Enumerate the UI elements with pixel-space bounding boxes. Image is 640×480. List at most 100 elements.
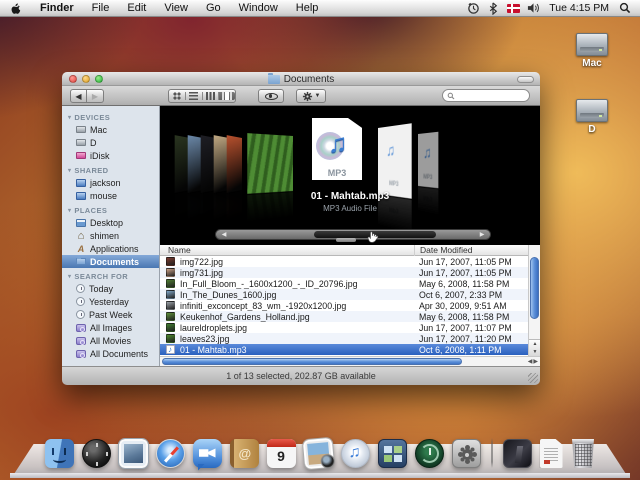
sidebar-item-mac[interactable]: Mac <box>62 123 159 136</box>
folder-proxy-icon[interactable] <box>267 72 280 84</box>
file-row[interactable]: leaves23.jpg Jun 17, 2007, 11:20 PM <box>160 333 528 344</box>
dock-document-icon[interactable] <box>539 439 563 468</box>
file-row[interactable]: img722.jpg Jun 17, 2007, 11:05 PM <box>160 256 528 267</box>
dock-address-book-icon[interactable] <box>229 439 259 468</box>
sidebar-item-today[interactable]: Today <box>62 282 159 295</box>
vertical-scroll-arrows[interactable]: ▲ ▼ <box>529 339 540 356</box>
scroll-right-arrow-icon[interactable]: ▶ <box>476 230 488 239</box>
sidebar-item-mouse[interactable]: mouse <box>62 189 159 202</box>
sidebar-item-past-week[interactable]: Past Week <box>62 308 159 321</box>
dock-ichat-icon[interactable] <box>192 439 222 468</box>
coverflow-cover[interactable] <box>226 135 242 193</box>
horizontal-scroll-arrows[interactable]: ◀▶ <box>528 358 539 365</box>
file-date-modified: May 6, 2008, 11:58 PM <box>419 311 510 322</box>
list-view-button[interactable] <box>186 92 203 100</box>
gear-icon <box>302 91 312 101</box>
sidebar-item-all-documents[interactable]: All Documents <box>62 347 159 360</box>
menu-go[interactable]: Go <box>197 2 230 14</box>
search-input[interactable] <box>455 90 519 101</box>
sidebar-item-shimen[interactable]: ⌂ shimen <box>62 229 159 242</box>
sidebar-item-all-movies[interactable]: All Movies <box>62 334 159 347</box>
menu-items: Finder File Edit View Go Window Help <box>31 2 327 14</box>
sidebar-item-all-images[interactable]: All Images <box>62 321 159 334</box>
horizontal-scrollbar-thumb[interactable] <box>162 358 462 365</box>
sidebar-item-documents[interactable]: Documents <box>62 255 159 268</box>
dock-iphoto-icon[interactable] <box>301 436 335 471</box>
disclosure-triangle-icon[interactable]: ▾ <box>68 167 71 174</box>
coverflow-cover-mp3[interactable] <box>418 131 439 189</box>
vertical-scrollbar[interactable]: ▲ ▼ <box>528 245 540 356</box>
clock-icon <box>76 297 85 306</box>
menu-window[interactable]: Window <box>230 2 287 14</box>
resize-grip[interactable] <box>528 373 538 383</box>
time-machine-menu-icon[interactable] <box>464 1 482 16</box>
column-header-date-modified[interactable]: Date Modified <box>414 245 472 256</box>
file-row[interactable]: infiniti_exconcept_83_wm_-1920x1200.jpg A… <box>160 300 528 311</box>
back-button[interactable]: ◀ <box>70 89 87 103</box>
coverflow-view-icon <box>222 92 233 100</box>
dock-stack-icon[interactable] <box>502 439 532 468</box>
forward-button[interactable]: ▶ <box>87 89 104 103</box>
menu-view[interactable]: View <box>155 2 197 14</box>
bluetooth-icon[interactable] <box>484 1 502 16</box>
window-title-bar[interactable]: Documents <box>62 72 540 86</box>
desktop-icon-d[interactable]: D <box>563 99 621 135</box>
dock-mail-icon[interactable] <box>117 438 149 469</box>
coverflow-pane[interactable]: ♫ MP3 01 - Mahtab.mp3 MP3 Audio File ◀ ▶ <box>160 106 540 245</box>
home-icon: ⌂ <box>77 229 85 242</box>
input-language-flag-icon[interactable] <box>504 1 522 16</box>
column-view-button[interactable] <box>203 92 220 100</box>
coverflow-selected-item[interactable]: ♫ MP3 <box>312 118 362 180</box>
file-row[interactable]: laureldroplets.jpg Jun 17, 2007, 11:07 PM <box>160 322 528 333</box>
vertical-scrollbar-thumb[interactable] <box>530 257 539 319</box>
menu-finder[interactable]: Finder <box>31 2 83 14</box>
dock-itunes-icon[interactable] <box>340 439 370 468</box>
file-row[interactable]: Keukenhof_Gardens_Holland.jpg May 6, 2008… <box>160 311 528 322</box>
desktop-icon-mac[interactable]: Mac <box>563 33 621 69</box>
file-row[interactable]: In_The_Dunes_1600.jpg Oct 6, 2007, 2:33 P… <box>160 289 528 300</box>
dock-dashboard-icon[interactable] <box>81 439 111 468</box>
sidebar-item-yesterday[interactable]: Yesterday <box>62 295 159 308</box>
disclosure-triangle-icon[interactable]: ▾ <box>68 114 71 121</box>
finder-window: Documents ◀ ▶ ▼ ▾ DEVICES Mac D iDisk ▾ … <box>62 72 540 385</box>
icon-view-icon <box>172 92 181 100</box>
pane-splitter-grip[interactable] <box>336 238 356 242</box>
toolbar-toggle-pill[interactable] <box>517 76 534 83</box>
disclosure-triangle-icon[interactable]: ▾ <box>68 207 71 214</box>
file-row[interactable]: 01 - Mahtab.mp3Oct 6, 2008, 1:11 PM <box>160 344 528 355</box>
sidebar-item-desktop[interactable]: Desktop <box>62 216 159 229</box>
apple-menu-icon[interactable] <box>0 2 31 15</box>
list-header: Name Date Modified <box>160 245 540 256</box>
column-header-name[interactable]: Name <box>168 245 191 256</box>
menu-bar-clock[interactable]: Tue 4:15 PM <box>544 2 614 14</box>
dock-safari-icon[interactable] <box>155 439 185 468</box>
sidebar-item-d[interactable]: D <box>62 136 159 149</box>
dock-trash-icon[interactable] <box>572 439 594 468</box>
scroll-left-arrow-icon[interactable]: ◀ <box>218 230 230 239</box>
spotlight-icon[interactable] <box>616 1 634 16</box>
quick-look-button[interactable] <box>258 89 284 103</box>
horizontal-scrollbar[interactable]: ◀▶ <box>160 356 540 366</box>
coverflow-cover[interactable] <box>247 133 293 194</box>
menu-help[interactable]: Help <box>287 2 328 14</box>
coverflow-view-button[interactable] <box>219 92 235 100</box>
icon-view-button[interactable] <box>169 92 186 100</box>
menu-file[interactable]: File <box>83 2 119 14</box>
action-menu-button[interactable]: ▼ <box>296 89 326 103</box>
dock-ical-icon[interactable] <box>266 439 296 468</box>
coverflow-cover-mp3[interactable] <box>378 123 412 199</box>
file-row[interactable]: img731.jpg Jun 17, 2007, 11:05 PM <box>160 267 528 278</box>
sidebar-item-jackson[interactable]: jackson <box>62 176 159 189</box>
dock-finder-icon[interactable] <box>44 439 74 468</box>
menu-edit[interactable]: Edit <box>118 2 155 14</box>
disclosure-triangle-icon[interactable]: ▾ <box>68 273 71 280</box>
sidebar-item-idisk[interactable]: iDisk <box>62 149 159 162</box>
search-field[interactable] <box>442 89 530 102</box>
dock-system-preferences-icon[interactable] <box>451 439 481 468</box>
sidebar-item-applications[interactable]: A Applications <box>62 242 159 255</box>
dock-spaces-icon[interactable] <box>377 439 407 468</box>
mon-icon <box>76 191 86 200</box>
dock-time-machine-icon[interactable] <box>414 439 444 468</box>
file-row[interactable]: In_Full_Bloom_-_1600x1200_-_ID_20796.jpg… <box>160 278 528 289</box>
volume-icon[interactable] <box>524 1 542 16</box>
